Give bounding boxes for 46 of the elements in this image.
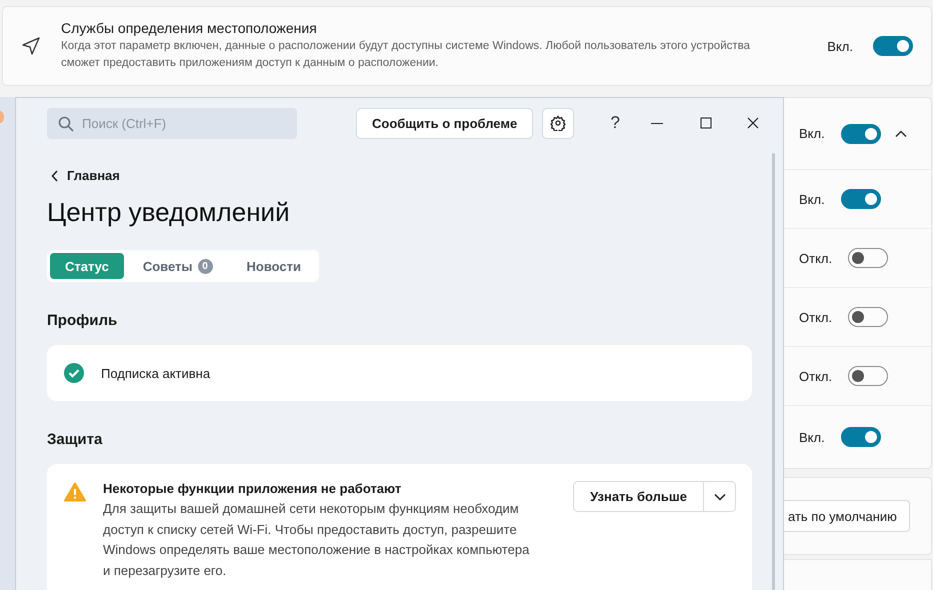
status-text: Подписка активна	[101, 366, 210, 380]
toggle-switch[interactable]	[873, 36, 913, 56]
toggle-switch[interactable]	[840, 124, 881, 144]
search-field[interactable]: Поиск (Ctrl+F)	[47, 108, 297, 138]
toggle-switch[interactable]	[840, 189, 881, 209]
reset-button[interactable]: ать по умолчанию	[784, 500, 910, 532]
toggle-switch[interactable]	[848, 366, 888, 386]
setting-title: Службы определения местоположения	[61, 20, 318, 36]
toggle-state-label: Вкл.	[799, 192, 825, 206]
settings-icon	[550, 115, 566, 131]
location-arrow-icon	[21, 36, 41, 56]
check-circle-icon	[64, 363, 84, 383]
toggle-state-label: Откл.	[799, 310, 832, 324]
help-button[interactable]: ?	[604, 113, 626, 133]
back-chevron-icon	[51, 170, 59, 182]
section-title: Защита	[47, 431, 104, 448]
alert-title: Некоторые функции приложения не работают	[103, 481, 402, 496]
section-title: Профиль	[47, 312, 118, 329]
toggle-switch[interactable]	[848, 307, 888, 327]
count-badge: 0	[198, 258, 212, 274]
toggle-state-label: Откл.	[799, 250, 832, 266]
toggle-state-label: Вкл.	[799, 126, 825, 141]
search-icon	[58, 116, 74, 132]
alert-text: Для защиты вашей домашней сети некоторым функциям необходим доступ к списку сетей Wi-Fi. Чтобы предоставить доступ, разрешите Windows определять ваше местоположение в настройках компьютера и перезагрузите его.	[103, 500, 530, 580]
setting-description: Когда этот параметр включен, данные о расположении будут доступны системе Windows. Любой пользователь этого устройства сможет предоставить приложениям доступ к данным о расположении.	[61, 39, 752, 71]
maximize-icon	[700, 117, 712, 129]
chevron-icon	[894, 130, 907, 138]
toggle-switch[interactable]	[840, 427, 881, 447]
settings-button[interactable]	[542, 108, 574, 138]
tab[interactable]: Советы 0	[128, 253, 228, 279]
toggle-state-label: Вкл.	[827, 38, 853, 54]
close-button[interactable]	[747, 117, 760, 129]
report-problem-button[interactable]: Сообщить о проблеме	[356, 108, 534, 138]
learn-more-button[interactable]: Узнать больше	[574, 482, 704, 511]
warning-icon	[64, 482, 86, 502]
maximize-button[interactable]	[700, 117, 712, 129]
tab[interactable]: Статус	[50, 253, 124, 279]
page-title: Центр уведомлений	[47, 197, 291, 228]
toggle-state-label: Откл.	[799, 368, 832, 384]
close-icon	[747, 117, 760, 129]
breadcrumb-link[interactable]: Главная	[67, 168, 120, 183]
toggle-state-label: Вкл.	[799, 430, 825, 444]
expand-button[interactable]	[894, 130, 907, 138]
caret-icon	[714, 492, 726, 500]
tab[interactable]: Новости	[232, 253, 316, 279]
toggle-switch[interactable]	[848, 248, 888, 268]
